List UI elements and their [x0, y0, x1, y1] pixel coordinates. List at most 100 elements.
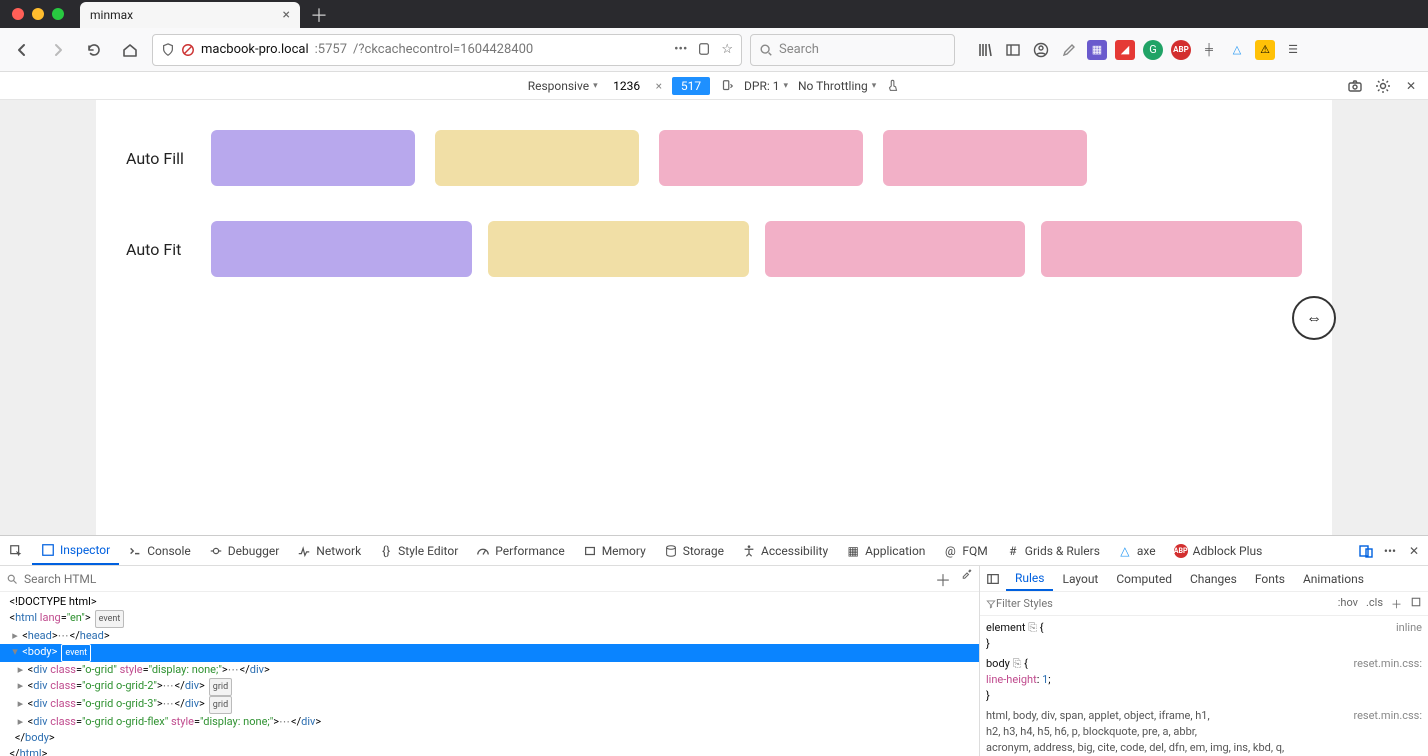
devtools-tab-network[interactable]: Network: [288, 536, 370, 565]
rdm-resize-handle[interactable]: ⇔: [1292, 296, 1336, 340]
grammarly-icon[interactable]: G: [1143, 40, 1163, 60]
home-button[interactable]: [116, 36, 144, 64]
rdm-close-icon[interactable]: ✕: [1402, 77, 1420, 95]
tracking-blocked-icon: [181, 43, 195, 57]
html-search-input[interactable]: [24, 572, 929, 586]
rdm-device-select[interactable]: Responsive ▾: [528, 79, 598, 93]
search-box[interactable]: Search: [750, 34, 955, 66]
devtools-tab-console[interactable]: Console: [119, 536, 200, 565]
rules-pane-toggle-icon[interactable]: [986, 572, 1000, 586]
chevron-down-icon: ▾: [872, 81, 877, 91]
devtools-tab-inspector[interactable]: Inspector: [32, 536, 119, 565]
tab-close-icon[interactable]: ×: [283, 7, 290, 23]
bookmark-star-icon[interactable]: ☆: [721, 42, 733, 57]
light-dark-icon[interactable]: [1410, 596, 1422, 612]
new-tab-button[interactable]: ＋: [310, 2, 328, 28]
extension-ruler-icon[interactable]: ╪: [1199, 40, 1219, 60]
grid-cell: [659, 130, 863, 186]
rdm-dpr-label: DPR: 1: [744, 79, 779, 93]
tab-label: axe: [1137, 544, 1156, 558]
reader-mode-icon[interactable]: [697, 42, 711, 57]
reload-button[interactable]: [80, 36, 108, 64]
tab-label: FQM: [962, 544, 987, 558]
rules-tab-layout[interactable]: Layout: [1053, 566, 1107, 591]
tab-label: Performance: [495, 544, 564, 558]
rules-tab-fonts[interactable]: Fonts: [1246, 566, 1294, 591]
rdm-viewport: Auto Fill Auto Fit ⇔: [96, 100, 1332, 535]
adblock-plus-icon[interactable]: ABP: [1171, 40, 1191, 60]
grid-cell: [488, 221, 749, 277]
rules-tab-computed[interactable]: Computed: [1107, 566, 1181, 591]
devtools-tab-style-editor[interactable]: {}Style Editor: [370, 536, 467, 565]
html-tree[interactable]: <!DOCTYPE html> <html lang="en">event ▸<…: [0, 592, 979, 756]
devtools-tab-performance[interactable]: Performance: [467, 536, 573, 565]
extension-warn-icon[interactable]: ⚠: [1255, 40, 1275, 60]
url-bar[interactable]: macbook-pro.local:5757/?ckcachecontrol=1…: [152, 34, 742, 66]
hamburger-menu-icon[interactable]: ☰: [1283, 40, 1303, 60]
edit-pencil-icon[interactable]: [1059, 40, 1079, 60]
rdm-width-input[interactable]: [608, 77, 646, 95]
add-rule-icon[interactable]: ＋: [1391, 596, 1402, 612]
devtools-pick-element[interactable]: [0, 536, 32, 565]
hov-toggle[interactable]: :hov: [1338, 596, 1358, 612]
tab-label: Memory: [602, 544, 646, 558]
axe-ext-icon[interactable]: △: [1227, 40, 1247, 60]
filter-styles-input[interactable]: [996, 597, 1338, 610]
account-icon[interactable]: [1031, 40, 1051, 60]
cls-toggle[interactable]: .cls: [1366, 596, 1383, 612]
rules-tab-animations[interactable]: Animations: [1294, 566, 1373, 591]
extension-grid-icon[interactable]: ▦: [1087, 40, 1107, 60]
rule-source: inline: [1396, 620, 1422, 636]
devtools-tab-axe[interactable]: △axe: [1109, 536, 1165, 565]
devtools-more-icon[interactable]: •••: [1382, 543, 1398, 559]
search-icon: [6, 573, 18, 585]
chevron-down-icon: ▾: [783, 81, 788, 91]
rdm-rotate-icon[interactable]: [720, 79, 734, 93]
css-rules-panel[interactable]: inlineelement ⎘ { } reset.min.css:body ⎘…: [980, 616, 1428, 756]
library-icon[interactable]: [975, 40, 995, 60]
extension-red-icon[interactable]: ◢: [1115, 40, 1135, 60]
eyedropper-icon[interactable]: [961, 567, 973, 591]
devtools-tab-accessibility[interactable]: Accessibility: [733, 536, 837, 565]
url-host: macbook-pro.local: [201, 42, 309, 57]
back-button[interactable]: [8, 36, 36, 64]
sidebar-icon[interactable]: [1003, 40, 1023, 60]
grid-cell: [765, 221, 1026, 277]
tab-label: Console: [147, 544, 191, 558]
rule-source[interactable]: reset.min.css:: [1353, 656, 1422, 672]
grid-cell: [435, 130, 639, 186]
html-node-body[interactable]: ▾<body>event: [0, 644, 979, 662]
devtools-rdm-toggle-icon[interactable]: [1358, 543, 1374, 559]
devtools-tab-storage[interactable]: Storage: [655, 536, 733, 565]
rules-tab-changes[interactable]: Changes: [1181, 566, 1246, 591]
devtools-tab-fqm[interactable]: @FQM: [934, 536, 996, 565]
rdm-settings-icon[interactable]: [1374, 77, 1392, 95]
devtools-close-icon[interactable]: ✕: [1406, 543, 1422, 559]
rdm-throttling-select[interactable]: No Throttling ▾: [798, 79, 876, 93]
rdm-screenshot-icon[interactable]: [1346, 77, 1364, 95]
add-element-icon[interactable]: ＋: [935, 567, 951, 591]
page-actions-icon[interactable]: •••: [674, 42, 687, 57]
forward-button[interactable]: [44, 36, 72, 64]
devtools-tab-application[interactable]: ▦Application: [837, 536, 934, 565]
grid-autofill: [211, 130, 1087, 186]
browser-tab[interactable]: minmax ×: [80, 2, 300, 28]
rule-source[interactable]: reset.min.css:: [1353, 708, 1422, 724]
search-placeholder: Search: [779, 42, 819, 57]
tab-label: Storage: [683, 544, 724, 558]
rdm-touch-icon[interactable]: [886, 79, 900, 93]
url-path: /?ckcachecontrol=1604428400: [353, 42, 533, 57]
tab-label: Accessibility: [761, 544, 828, 558]
devtools-tab-debugger[interactable]: Debugger: [200, 536, 289, 565]
tab-label: Application: [865, 544, 925, 558]
rules-tab-rules[interactable]: Rules: [1006, 566, 1053, 591]
devtools-tab-grids-rulers[interactable]: #Grids & Rulers: [997, 536, 1109, 565]
rdm-dpr-select[interactable]: DPR: 1 ▾: [744, 79, 788, 93]
devtools-tab-memory[interactable]: Memory: [574, 536, 655, 565]
rdm-dimension-separator: ×: [656, 79, 662, 93]
grid-cell: [211, 130, 415, 186]
devtools-tab-adblock-plus[interactable]: ABPAdblock Plus: [1165, 536, 1272, 565]
tab-label: Style Editor: [398, 544, 458, 558]
tab-label: Grids & Rulers: [1025, 544, 1100, 558]
rdm-height-input[interactable]: [672, 77, 710, 95]
